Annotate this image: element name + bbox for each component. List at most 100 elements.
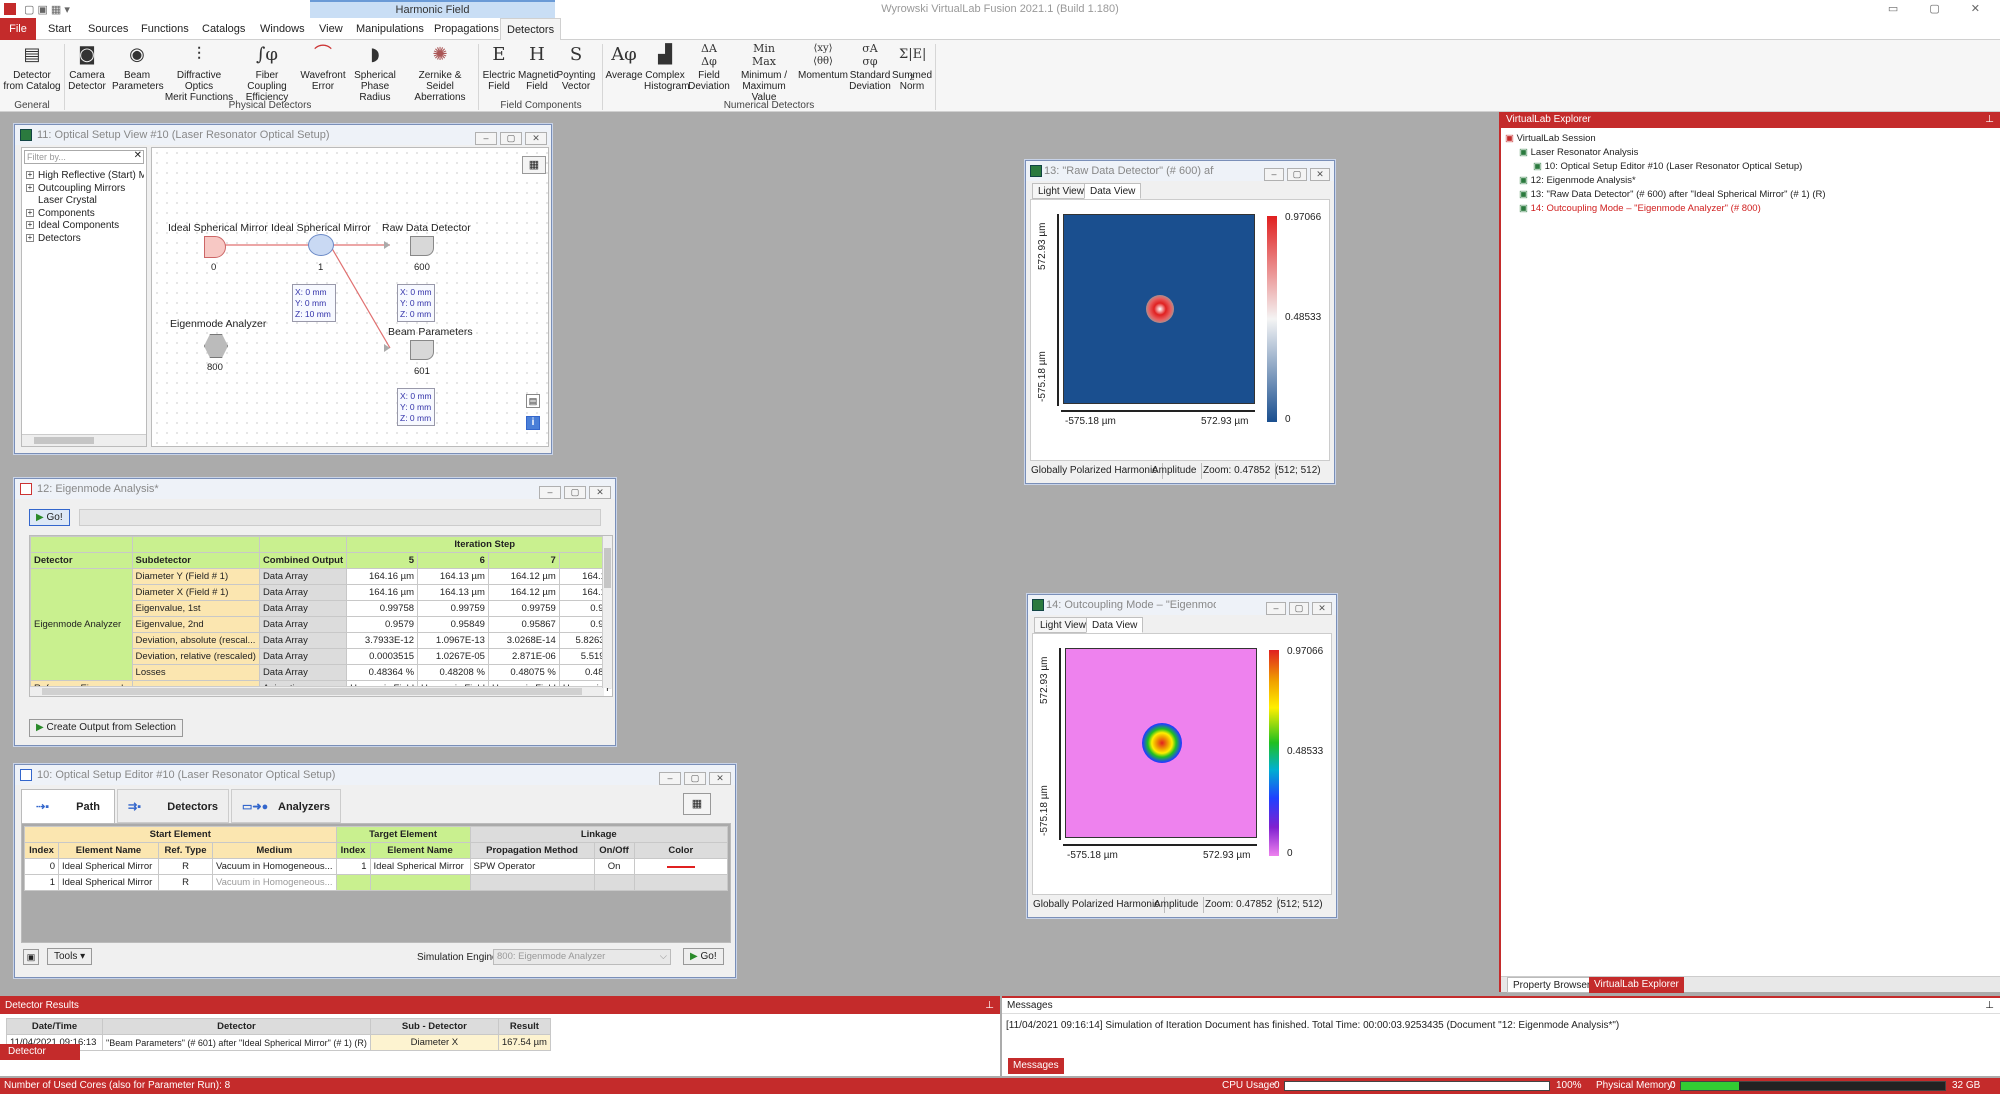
close-button[interactable]: ✕ bbox=[709, 772, 731, 785]
maximize-button[interactable]: ▢ bbox=[500, 132, 522, 145]
tab-catalogs[interactable]: Catalogs bbox=[196, 18, 251, 40]
window-title-bar[interactable]: 14: Outcoupling Mode – "Eigenmode Analyz… bbox=[1028, 595, 1336, 615]
explorer-item[interactable]: ▣ 12: Eigenmode Analysis* bbox=[1505, 174, 1995, 188]
explorer-item[interactable]: ▣ 13: "Raw Data Detector" (# 600) after … bbox=[1505, 188, 1995, 202]
go-button[interactable]: ▶ Go! bbox=[29, 509, 70, 526]
filter-input[interactable]: Filter by... bbox=[24, 150, 144, 164]
tab-manipulations[interactable]: Manipulations bbox=[350, 18, 430, 40]
tab-detectors[interactable]: Detectors bbox=[500, 18, 562, 40]
pin-icon[interactable]: ⊥ bbox=[1985, 112, 2000, 128]
close-button[interactable]: ✕ bbox=[589, 486, 611, 499]
minimize-button[interactable]: – bbox=[659, 772, 681, 785]
raw-detector-node[interactable] bbox=[410, 236, 434, 256]
maximize-button[interactable]: ▢ bbox=[1287, 168, 1307, 181]
color-swatch[interactable] bbox=[633, 858, 729, 875]
tab-detector-results[interactable]: Detector Results bbox=[0, 1044, 80, 1073]
window-title-bar[interactable]: 12: Eigenmode Analysis* – ▢ ✕ bbox=[15, 479, 615, 499]
table-row[interactable]: Eigenmode Analyzer Diameter Y (Field # 1)… bbox=[30, 568, 612, 681]
fiber-coupling-button[interactable]: ∫φ Fiber Coupling Efficiency bbox=[236, 42, 298, 103]
value-cell[interactable]: 164.13 µm bbox=[417, 584, 489, 601]
value-cell[interactable]: 164.16 µm bbox=[346, 584, 419, 601]
close-button[interactable]: ✕ bbox=[1312, 602, 1332, 615]
wavefront-error-button[interactable]: ⌒ Wavefront Error bbox=[299, 42, 347, 92]
minimize-button[interactable]: – bbox=[1266, 602, 1286, 615]
tree-item[interactable]: + Outcoupling Mirrors bbox=[26, 183, 144, 196]
combined-output-cell[interactable]: Data Array bbox=[258, 616, 348, 633]
complex-histogram-button[interactable]: ▟ Complex Histogram bbox=[644, 42, 690, 92]
maximize-button[interactable]: ▢ bbox=[1289, 602, 1309, 615]
window-title-bar[interactable]: 13: "Raw Data Detector" (# 600) after "I… bbox=[1026, 161, 1334, 181]
notes-icon[interactable]: ▤ bbox=[526, 394, 540, 408]
value-cell[interactable]: 0.95867 bbox=[487, 616, 560, 633]
tab-messages[interactable]: Messages bbox=[1008, 1058, 1064, 1074]
value-cell[interactable]: 164.12 µm bbox=[487, 568, 560, 585]
editor-go-button[interactable]: ▶ Go! bbox=[683, 948, 724, 965]
camera-detector-button[interactable]: ◙ Camera Detector bbox=[66, 42, 108, 92]
tab-virtuallab-explorer[interactable]: VirtualLab Explorer bbox=[1589, 977, 1684, 993]
poynting-vector-button[interactable]: S Poynting Vector bbox=[556, 42, 596, 92]
tree-item[interactable]: + Components bbox=[26, 208, 144, 221]
maximize-button[interactable]: ▢ bbox=[564, 486, 586, 499]
field-deviation-button[interactable]: ΔA Δφ Field Deviation bbox=[688, 42, 730, 92]
average-button[interactable]: Aφ Average bbox=[604, 42, 644, 81]
table-row[interactable]: 0 Ideal Spherical Mirror R Vacuum in Homoge… bbox=[24, 858, 729, 875]
tree-item[interactable]: + Detectors bbox=[26, 233, 144, 246]
value-cell[interactable]: 0.48208 % bbox=[417, 664, 489, 681]
tab-windows[interactable]: Windows bbox=[254, 18, 311, 40]
value-cell[interactable]: 164.16 µm bbox=[346, 568, 419, 585]
explorer-item[interactable]: ▣ Laser Resonator Analysis bbox=[1505, 146, 1995, 160]
min-max-value-button[interactable]: Min Max Minimum / Maximum Value bbox=[732, 42, 796, 103]
tree-item[interactable]: + High Reflective (Start) M bbox=[26, 170, 144, 183]
electric-field-button[interactable]: E Electric Field bbox=[480, 42, 518, 92]
tab-start[interactable]: Start bbox=[42, 18, 77, 40]
value-cell[interactable]: 0.0003515 bbox=[346, 648, 419, 665]
value-cell[interactable]: 3.0268E-14 bbox=[487, 632, 560, 649]
combined-output-cell[interactable]: Data Array bbox=[258, 600, 348, 617]
combined-output-cell[interactable]: Data Array bbox=[258, 664, 348, 681]
close-button[interactable]: ✕ bbox=[525, 132, 547, 145]
value-cell[interactable]: 3.7933E-12 bbox=[346, 632, 419, 649]
table-row[interactable]: 1 Ideal Spherical Mirror R Vacuum in Homoge… bbox=[24, 874, 729, 891]
tab-light-view[interactable]: Light View bbox=[1034, 617, 1092, 633]
tab-file[interactable]: File bbox=[0, 18, 36, 40]
combined-output-cell[interactable]: Data Array bbox=[258, 568, 348, 585]
beam-parameters-node[interactable] bbox=[410, 340, 434, 360]
tab-path[interactable]: ⇢▪ Path bbox=[21, 789, 115, 823]
value-cell[interactable]: 0.48364 % bbox=[346, 664, 419, 681]
view-toggle-icon[interactable]: ▦ bbox=[683, 793, 711, 815]
plot-area[interactable]: 572.93 µm -575.18 µm -575.18 µm 572.93 µ… bbox=[1030, 199, 1330, 461]
window-title-bar[interactable]: 10: Optical Setup Editor #10 (Laser Reso… bbox=[15, 765, 735, 785]
combined-output-cell[interactable]: Data Array bbox=[258, 648, 348, 665]
create-output-button[interactable]: ▶ Create Output from Selection bbox=[29, 719, 183, 737]
tab-sources[interactable]: Sources bbox=[82, 18, 134, 40]
standard-deviation-button[interactable]: σA σφ Standard Deviation bbox=[848, 42, 892, 92]
beam-parameters-button[interactable]: ◉ Beam Parameters bbox=[112, 42, 164, 92]
clear-filter-icon[interactable]: ✕ bbox=[134, 150, 142, 161]
summed-norm-button[interactable]: Σ|E|² Summed Norm bbox=[892, 42, 932, 92]
value-cell[interactable]: 164.12 µm bbox=[487, 584, 560, 601]
tree-item[interactable]: + Ideal Components bbox=[26, 220, 144, 233]
spherical-phase-radius-button[interactable]: ◗ Spherical Phase Radius bbox=[347, 42, 403, 103]
tab-property-browser[interactable]: Property Browser bbox=[1507, 977, 1597, 993]
value-cell[interactable]: 0.99759 bbox=[487, 600, 560, 617]
horizontal-scrollbar[interactable] bbox=[22, 434, 146, 446]
value-cell[interactable]: 0.99759 bbox=[417, 600, 489, 617]
window-title-bar[interactable]: 11: Optical Setup View #10 (Laser Resona… bbox=[15, 125, 551, 145]
mirror-0-node[interactable] bbox=[204, 236, 226, 258]
minimize-button[interactable]: – bbox=[1264, 168, 1284, 181]
value-cell[interactable]: 0.95849 bbox=[417, 616, 489, 633]
value-cell[interactable]: 164.13 µm bbox=[417, 568, 489, 585]
explorer-item[interactable]: ▣ VirtualLab Session bbox=[1505, 132, 1995, 146]
combined-output-cell[interactable]: Data Array bbox=[258, 584, 348, 601]
vertical-scrollbar[interactable] bbox=[602, 536, 612, 688]
magnetic-field-button[interactable]: H Magnetic Field bbox=[518, 42, 559, 92]
close-button[interactable]: ✕ bbox=[1310, 168, 1330, 181]
minimize-button[interactable]: – bbox=[475, 132, 497, 145]
explorer-item[interactable]: ▣ 10: Optical Setup Editor #10 (Laser Re… bbox=[1505, 160, 1995, 174]
tab-view[interactable]: View bbox=[313, 18, 349, 40]
tools-button[interactable]: Tools ▾ bbox=[47, 948, 93, 965]
value-cell[interactable]: 0.48075 % bbox=[487, 664, 560, 681]
zernike-seidel-button[interactable]: ✺ Zernike & Seidel Aberrations bbox=[404, 42, 476, 103]
value-cell[interactable]: 2.871E-06 bbox=[487, 648, 560, 665]
info-icon[interactable]: i bbox=[526, 416, 540, 430]
